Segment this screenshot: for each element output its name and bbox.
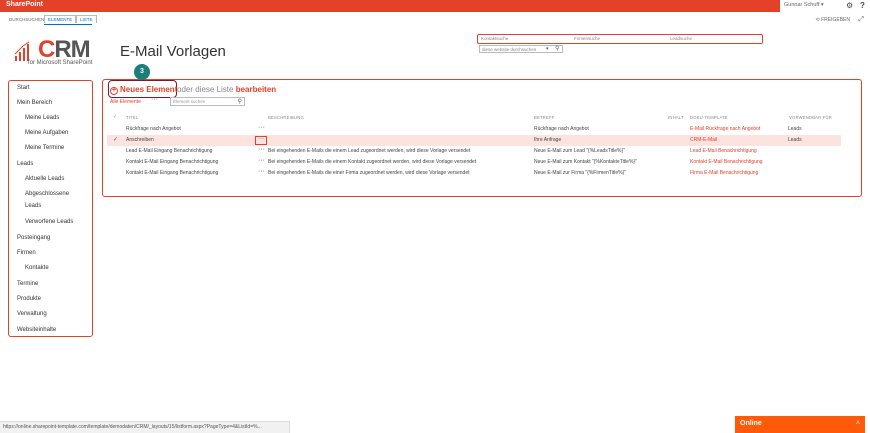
cell-description: Bei eingehenden E-Mails die einem Kontak…: [268, 159, 477, 165]
item-menu-ellipsis[interactable]: ···: [258, 168, 265, 175]
cell-title[interactable]: Rückfrage nach Angebot: [126, 126, 181, 132]
user-menu[interactable]: Gunnar Schuff ▾: [784, 2, 824, 8]
nav-start[interactable]: Start: [17, 85, 30, 91]
table-row[interactable]: Kontakt E-Mail Eingang Benachrichtigung …: [107, 157, 841, 168]
nav-current-leads[interactable]: Aktuelle Leads: [25, 176, 64, 182]
cell-subject: Ihre Anfrage: [534, 137, 562, 143]
nav-companies[interactable]: Firmen: [17, 250, 36, 256]
suite-bar: SharePoint: [0, 0, 870, 12]
nav-closed-leads[interactable]: Abgeschlossene: [25, 191, 69, 197]
chevron-up-icon[interactable]: ˄: [856, 420, 860, 427]
column-header-content[interactable]: INHALT: [668, 115, 684, 120]
all-items-view[interactable]: Alle Elemente: [110, 99, 141, 105]
chevron-down-icon[interactable]: ▾: [546, 46, 549, 52]
cell-title[interactable]: Kontakt E-Mail Eingang Benachrichtigung: [126, 170, 218, 176]
page-title: E-Mail Vorlagen: [120, 43, 226, 60]
cell-template[interactable]: CRM-E-Mail: [690, 137, 717, 143]
cell-template[interactable]: E-Mail Rückfrage nach Angebot: [690, 126, 760, 132]
logo-subtitle: for Microsoft SharePoint: [28, 60, 93, 66]
focus-mode-icon[interactable]: ⤢: [858, 16, 864, 24]
cell-description: Bei eingehenden E-Mails die einer Firma …: [268, 170, 470, 176]
cell-title[interactable]: Anschreiben: [126, 137, 154, 143]
nav-inbox[interactable]: Posteingang: [17, 235, 50, 241]
nav-products[interactable]: Produkte: [17, 296, 41, 302]
tab-underline: [44, 24, 92, 25]
tab-list[interactable]: LISTE: [76, 15, 97, 23]
cell-template[interactable]: Lead E-Mail Benachrichtigung: [690, 148, 757, 154]
nav-my-appointments[interactable]: Meine Termine: [25, 145, 64, 151]
nav-my-tasks[interactable]: Meine Aufgaben: [25, 130, 68, 136]
gear-icon[interactable]: ⚙: [846, 1, 853, 10]
column-header-description[interactable]: BESCHREIBUNG: [268, 115, 304, 120]
cell-template[interactable]: Firma E-Mail Benachrichtigung: [690, 170, 758, 176]
chart-bars-icon: [14, 41, 30, 61]
edit-list-text: oder diese Liste bearbeiten: [177, 85, 276, 94]
nav-contacts[interactable]: Kontakte: [25, 265, 49, 271]
table-row[interactable]: Lead E-Mail Eingang Benachrichtigung ···…: [107, 146, 841, 157]
online-chat-widget[interactable]: Online ˄: [735, 416, 865, 433]
nav-my-area[interactable]: Mein Bereich: [17, 100, 52, 106]
row-checkbox[interactable]: ✓: [113, 136, 118, 143]
edit-list-link[interactable]: bearbeiten: [236, 85, 276, 94]
nav-rejected-leads[interactable]: Verworfene Leads: [25, 219, 73, 225]
nav-appointments[interactable]: Termine: [17, 281, 38, 287]
cell-usable-for: Leads: [788, 137, 802, 143]
user-area: Gunnar Schuff ▾ ⚙ ?: [780, 0, 870, 12]
plus-circle-icon: +: [110, 87, 118, 95]
column-header-usable-for[interactable]: VORWENDBAR FÜR: [789, 115, 832, 120]
nav-administration[interactable]: Verwaltung: [17, 311, 47, 317]
crm-logo[interactable]: CRM for Microsoft SharePoint: [14, 36, 104, 72]
select-all-checkbox[interactable]: ✓: [113, 114, 117, 120]
help-icon[interactable]: ?: [860, 1, 865, 10]
table-row[interactable]: Kontakt E-Mail Eingang Benachrichtigung …: [107, 168, 841, 179]
step-badge: 3: [134, 64, 150, 80]
column-header-title[interactable]: TITEL: [126, 115, 138, 120]
table-row[interactable]: Rückfrage nach Angebot ··· Rückfrage nac…: [107, 124, 841, 135]
nav-my-leads[interactable]: Meine Leads: [25, 115, 59, 121]
view-options-ellipsis[interactable]: ···: [151, 96, 158, 103]
ribbon: DURCHSUCHEN ELEMENTE LISTE ⟲ FREIGEBEN ⤢: [0, 14, 870, 26]
search-icon[interactable]: ⚲: [555, 45, 559, 52]
table-row-selected[interactable]: ✓ Anschreiben ··· Ihre Anfrage CRM-E-Mai…: [107, 135, 841, 146]
cell-title[interactable]: Lead E-Mail Eingang Benachrichtigung: [126, 148, 212, 154]
cell-usable-for: Leads: [788, 126, 802, 132]
item-menu-ellipsis[interactable]: ···: [258, 146, 265, 153]
new-item-label: Neues Element: [120, 85, 178, 94]
search-icon[interactable]: ⚲: [238, 98, 242, 105]
cell-description: Bei eingehenden E-Mails die einem Lead z…: [268, 148, 471, 154]
item-menu-ellipsis[interactable]: ···: [255, 136, 267, 145]
column-header-subject[interactable]: BETREFF: [534, 115, 554, 120]
item-menu-ellipsis[interactable]: ···: [258, 124, 265, 131]
cell-template[interactable]: Kontakt E-Mail Benachrichtigung: [690, 159, 763, 165]
status-url: https://online.sharepoint-template.com/t…: [3, 424, 262, 430]
company-search-tab[interactable]: Firmensuche: [574, 36, 600, 41]
status-bar: https://online.sharepoint-template.com/t…: [0, 421, 290, 433]
item-menu-ellipsis[interactable]: ···: [258, 157, 265, 164]
share-button[interactable]: ⟲ FREIGEBEN: [816, 17, 850, 23]
tab-browse[interactable]: DURCHSUCHEN: [6, 16, 47, 23]
nav-leads[interactable]: Leads: [17, 161, 33, 167]
find-item-input[interactable]: Element suchen ⚲: [170, 97, 245, 106]
tab-items[interactable]: ELEMENTE: [44, 15, 77, 23]
cell-subject: Neue E-Mail zum Kontakt "{%KontakteTitle…: [534, 159, 637, 165]
cell-subject: Neue E-Mail zum Lead "{%LeadsTitle%}": [534, 148, 625, 154]
nav-closed-leads-line2[interactable]: Leads: [25, 203, 41, 209]
new-item-button[interactable]: + Neues Element: [110, 85, 177, 95]
cell-subject: Neue E-Mail zur Firma "{%FirmenTitle%}": [534, 170, 626, 176]
nav-site-contents[interactable]: Websiteinhalte: [17, 327, 56, 333]
app-brand[interactable]: SharePoint: [6, 1, 43, 8]
site-search-placeholder: diese website durchsuchen: [482, 46, 537, 52]
cell-title[interactable]: Kontakt E-Mail Eingang Benachrichtigung: [126, 159, 218, 165]
find-item-placeholder: Element suchen: [173, 99, 206, 104]
search-tabs: Kontaktsuche Firmensuche Leadsuche: [477, 34, 763, 44]
lead-search-tab[interactable]: Leadsuche: [670, 36, 692, 41]
online-label: Online: [740, 420, 762, 427]
contact-search-tab[interactable]: Kontaktsuche: [481, 36, 508, 41]
column-header-doc-template[interactable]: DOKU-TEMPLATE: [690, 115, 728, 120]
cell-subject: Rückfrage nach Angebot: [534, 126, 589, 132]
edit-list-prefix: oder diese Liste: [177, 85, 234, 94]
site-search-input[interactable]: diese website durchsuchen ▾ ⚲: [479, 45, 563, 53]
